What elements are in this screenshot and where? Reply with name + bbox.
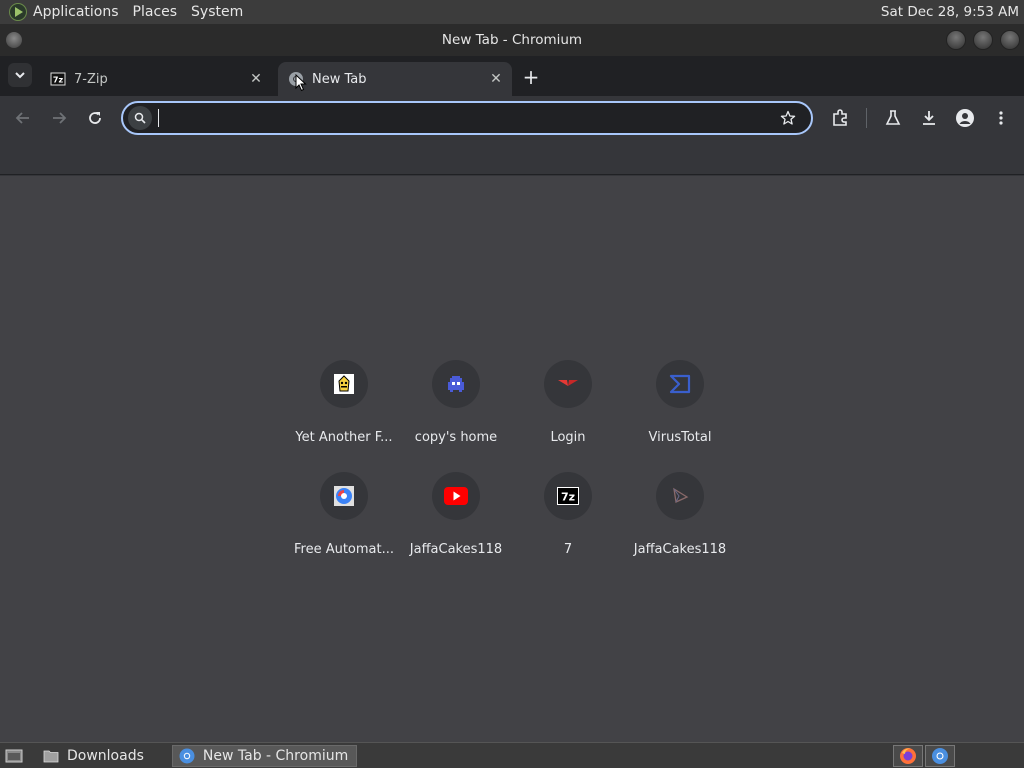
labs-button[interactable] bbox=[879, 104, 907, 132]
firefox-icon bbox=[900, 748, 916, 764]
arrow-right-icon bbox=[53, 112, 67, 124]
account-icon bbox=[956, 109, 974, 127]
new-tab-page: Yet Another F... copy's home Login Virus… bbox=[0, 176, 1024, 742]
close-window-button[interactable] bbox=[1000, 30, 1020, 50]
tab-7zip[interactable]: 7z 7-Zip ✕ bbox=[40, 62, 272, 96]
taskbar: Downloads New Tab - Chromium bbox=[0, 742, 1024, 768]
shortcut-label: Free Automat... bbox=[293, 542, 395, 557]
7zip-icon: 7z bbox=[557, 487, 579, 505]
download-icon bbox=[923, 111, 935, 125]
tab-new-tab[interactable]: New Tab ✕ bbox=[278, 62, 512, 96]
taskbar-item-downloads[interactable]: Downloads bbox=[37, 745, 152, 767]
shortcut-tile[interactable]: copy's home bbox=[400, 352, 512, 464]
shortcut-icon-wrap bbox=[656, 360, 704, 408]
puzzle-icon bbox=[833, 109, 847, 126]
show-desktop-button[interactable] bbox=[3, 746, 25, 766]
shortcut-label: Login bbox=[550, 430, 586, 445]
bookmark-star-icon[interactable] bbox=[775, 105, 801, 131]
address-input[interactable] bbox=[160, 110, 775, 126]
maximize-button[interactable] bbox=[973, 30, 993, 50]
shortcut-icon-wrap bbox=[320, 472, 368, 520]
shortcut-label: JaffaCakes118 bbox=[633, 542, 727, 557]
shortcut-tile[interactable]: JaffaCakes118 bbox=[400, 464, 512, 576]
profile-button[interactable] bbox=[951, 104, 979, 132]
shortcut-icon-wrap: 7z bbox=[544, 472, 592, 520]
virustotal-icon bbox=[669, 374, 691, 394]
minimize-button[interactable] bbox=[946, 30, 966, 50]
shortcut-tile[interactable]: Yet Another F... bbox=[288, 352, 400, 464]
shortcut-icon-wrap bbox=[544, 360, 592, 408]
svg-text:7z: 7z bbox=[53, 76, 64, 85]
space-invader-icon bbox=[448, 376, 464, 392]
system-menu[interactable]: System bbox=[191, 4, 243, 20]
top-panel: Applications Places System Sat Dec 28, 9… bbox=[0, 0, 1024, 24]
taskbar-item-label: Downloads bbox=[67, 747, 144, 764]
tray-firefox[interactable] bbox=[893, 745, 923, 767]
shortcut-label: VirusTotal bbox=[648, 430, 712, 445]
clock[interactable]: Sat Dec 28, 9:53 AM bbox=[881, 4, 1019, 20]
shortcut-label: JaffaCakes118 bbox=[409, 542, 503, 557]
bookmark-bar bbox=[0, 140, 1024, 175]
shortcut-tile[interactable]: JaffaCakes118 bbox=[624, 464, 736, 576]
shortcut-label: copy's home bbox=[414, 430, 498, 445]
close-tab-icon[interactable]: ✕ bbox=[486, 69, 506, 89]
search-icon bbox=[128, 106, 152, 130]
system-logo-icon[interactable] bbox=[9, 3, 27, 21]
close-tab-icon[interactable]: ✕ bbox=[246, 69, 266, 89]
tab-strip: 7z 7-Zip ✕ New Tab ✕ + bbox=[0, 56, 1024, 96]
new-tab-button[interactable]: + bbox=[518, 64, 544, 90]
wing-logo-icon bbox=[558, 380, 578, 386]
chromium-icon bbox=[179, 748, 195, 763]
shortcut-tile[interactable]: Login bbox=[512, 352, 624, 464]
tab-title: 7-Zip bbox=[74, 71, 108, 87]
show-desktop-icon bbox=[5, 749, 23, 762]
arrow-left-icon bbox=[15, 112, 29, 124]
taskbar-item-label: New Tab - Chromium bbox=[202, 747, 349, 764]
automation-icon bbox=[334, 486, 354, 506]
applications-menu[interactable]: Applications bbox=[33, 4, 119, 20]
window-title: New Tab - Chromium bbox=[441, 32, 583, 48]
tab-title: New Tab bbox=[312, 71, 367, 87]
forward-button[interactable] bbox=[45, 104, 73, 132]
chromium-icon bbox=[932, 748, 948, 764]
shortcut-label: Yet Another F... bbox=[295, 430, 393, 445]
menu-button[interactable] bbox=[987, 104, 1015, 132]
shortcut-label: 7 bbox=[563, 542, 573, 557]
downloads-button[interactable] bbox=[915, 104, 943, 132]
folder-icon bbox=[43, 750, 59, 762]
window-titlebar[interactable]: New Tab - Chromium bbox=[0, 24, 1024, 56]
address-bar[interactable] bbox=[121, 101, 813, 135]
reload-button[interactable] bbox=[81, 104, 109, 132]
youtube-icon bbox=[444, 487, 468, 505]
shortcut-tile[interactable]: 7z 7 bbox=[512, 464, 624, 576]
reload-icon bbox=[89, 112, 101, 124]
shortcut-tile[interactable]: Free Automat... bbox=[288, 464, 400, 576]
shortcut-icon-wrap bbox=[320, 360, 368, 408]
tray-chromium[interactable] bbox=[925, 745, 955, 767]
window-menu-icon[interactable] bbox=[6, 32, 22, 48]
shortcut-icon-wrap bbox=[656, 472, 704, 520]
shortcut-icon-wrap bbox=[432, 472, 480, 520]
svg-text:7z: 7z bbox=[561, 491, 575, 504]
extensions-button[interactable] bbox=[826, 104, 854, 132]
chevron-down-icon bbox=[15, 72, 25, 79]
toolbar-divider bbox=[866, 108, 867, 128]
7zip-icon: 7z bbox=[50, 72, 66, 86]
shortcut-tile[interactable]: VirusTotal bbox=[624, 352, 736, 464]
flask-icon bbox=[885, 110, 901, 125]
mouse-pointer-icon bbox=[295, 74, 307, 92]
banana-icon bbox=[334, 374, 354, 394]
back-button[interactable] bbox=[9, 104, 37, 132]
more-vert-icon bbox=[999, 111, 1003, 125]
text-caret bbox=[158, 109, 159, 127]
play-triangle-icon bbox=[673, 487, 689, 503]
taskbar-item-chromium[interactable]: New Tab - Chromium bbox=[171, 744, 358, 767]
places-menu[interactable]: Places bbox=[133, 4, 178, 20]
shortcut-icon-wrap bbox=[432, 360, 480, 408]
tab-search-button[interactable] bbox=[8, 63, 32, 87]
